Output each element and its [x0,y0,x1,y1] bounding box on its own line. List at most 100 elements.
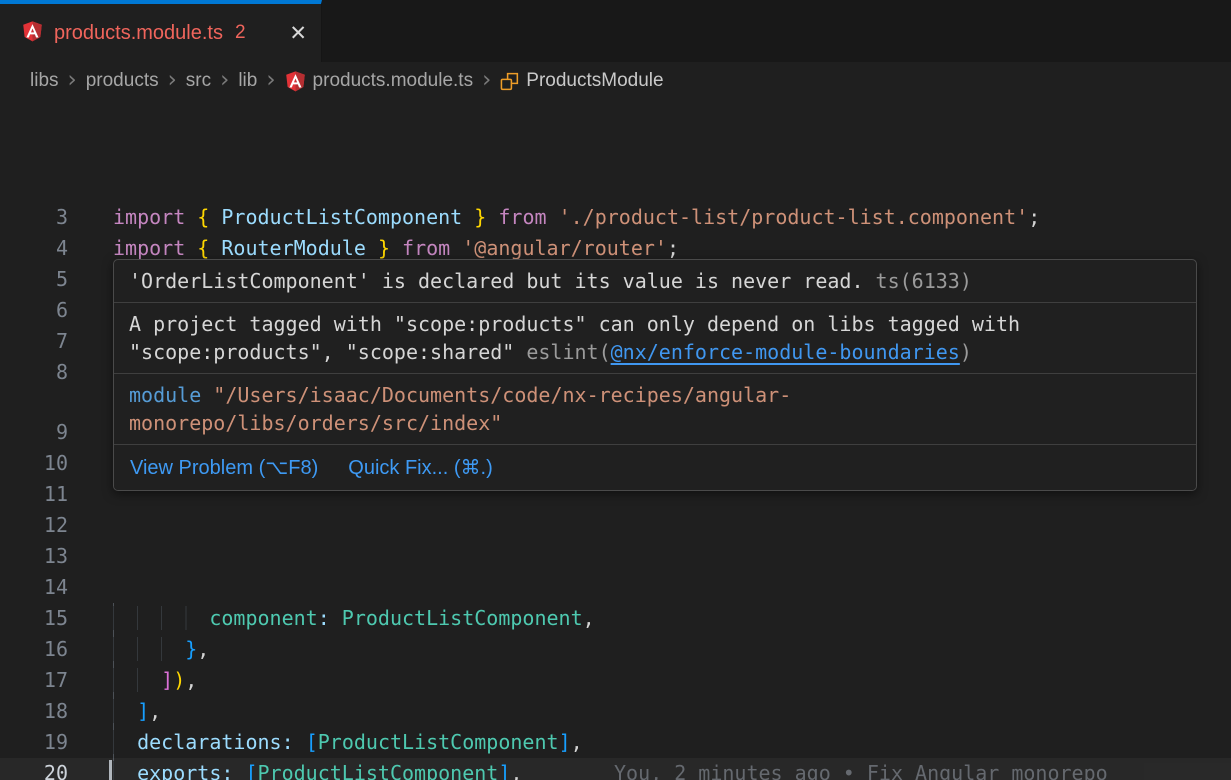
token: ProductListComponent [221,205,462,229]
code-line-3[interactable]: 3import { ProductListComponent } from '.… [0,202,1231,233]
breadcrumb-label: lib [238,70,257,92]
hover-text: 'OrderListComponent' is declared but its… [129,269,864,293]
breadcrumb-item-products[interactable]: products [86,70,159,92]
vscode-window: products.module.ts 2 ✕ libs›products›src… [0,0,1231,780]
code-line-text: component: ProductListComponent, [113,603,595,634]
line-number: 19 [0,727,68,758]
line-number: 7 [0,326,68,357]
breadcrumb-label: ProductsModule [526,70,663,92]
code-line-text: declarations: [ProductListComponent], [113,727,583,758]
line-number: 15 [0,603,68,634]
code-span: ], [113,699,161,723]
token: } [185,637,197,661]
token [113,606,209,630]
token: ] [559,730,571,754]
token: from [498,205,546,229]
code-line-text: }, [113,634,209,665]
code-line-15[interactable]: 15 component: ProductListComponent, [0,603,1231,634]
token: declarations: [137,730,294,754]
token [113,730,137,754]
token: , [197,637,209,661]
hover-eslint-message: A project tagged with "scope:products" c… [114,302,1196,373]
token [113,668,161,692]
code-span: }, [113,637,209,661]
token [450,236,462,260]
line-number: 18 [0,696,68,727]
line-number: 16 [0,634,68,665]
hover-text-row: 'OrderListComponent' is declared but its… [129,267,1181,295]
line-number: 17 [0,665,68,696]
token [185,236,197,260]
breadcrumb-item-productsmodule[interactable]: ProductsModule [500,70,663,92]
token [486,205,498,229]
token: ] [137,699,149,723]
line-number: 8 [0,357,68,388]
code-line-19[interactable]: 19 declarations: [ProductListComponent], [0,727,1231,758]
breadcrumb-label: products.module.ts [313,70,474,92]
editor[interactable]: 3import { ProductListComponent } from '.… [0,100,1231,780]
token: { [197,205,209,229]
line-number: 10 [0,448,68,479]
code-line-13[interactable]: 13 [0,541,1231,572]
token: component [209,606,317,630]
token [366,236,378,260]
token: , [185,668,197,692]
breadcrumb-label: src [186,70,211,92]
line-number: 12 [0,510,68,541]
code-line-text: import { ProductListComponent } from './… [113,202,1040,233]
hover-text: monorepo/libs/orders/src/index" [129,411,502,435]
breadcrumb-label: products [86,70,159,92]
token: import [113,205,185,229]
token: from [402,236,450,260]
code-line-text: exports: [ProductListComponent], [113,758,522,780]
token [294,730,306,754]
code-span: ]), [113,668,197,692]
breadcrumb-item-libs[interactable]: libs [30,70,59,92]
hover-text: module [129,383,201,407]
breadcrumb-label: libs [30,70,59,92]
text-cursor [109,760,112,780]
code-line-18[interactable]: 18 ], [0,696,1231,727]
hover-text-row: module "/Users/isaac/Documents/code/nx-r… [129,381,1181,409]
code-span: exports: [ProductListComponent], [113,761,522,780]
token: , [583,606,595,630]
line-number: 11 [0,479,68,510]
class-icon [500,72,519,91]
git-blame-annotation: You, 2 minutes ago • Fix Angular monorep… [614,758,1108,780]
token [390,236,402,260]
token: './product-list/product-list.component' [559,205,1029,229]
breadcrumb-item-products-module-ts[interactable]: products.module.ts [285,70,474,92]
token: ProductListComponent [318,730,559,754]
breadcrumb-separator: › [211,67,238,96]
breadcrumb-item-lib[interactable]: lib [238,70,257,92]
code-span: import { ProductListComponent } from './… [113,205,1040,229]
token: ProductListComponent [258,761,499,780]
line-number: 6 [0,295,68,326]
eslint-rule-link[interactable]: @nx/enforce-module-boundaries [611,340,960,364]
hover-popup: 'OrderListComponent' is declared but its… [113,259,1197,491]
line-number: 13 [0,541,68,572]
code-line-12[interactable]: 12 [0,510,1231,541]
tab-products-module[interactable]: products.module.ts 2 ✕ [0,0,322,62]
breadcrumb-item-src[interactable]: src [186,70,211,92]
code-line-17[interactable]: 17 ]), [0,665,1231,696]
code-line-16[interactable]: 16 }, [0,634,1231,665]
line-number: 5 [0,264,68,295]
quick-fix-action[interactable]: Quick Fix... (⌘.) [348,455,492,480]
tab-close-icon[interactable]: ✕ [289,21,307,45]
angular-icon [22,20,43,47]
view-problem-action[interactable]: View Problem (⌥F8) [130,455,318,480]
line-number: 14 [0,572,68,603]
hover-text-row: A project tagged with "scope:products" c… [129,310,1181,338]
hover-text-row: monorepo/libs/orders/src/index" [129,409,1181,437]
hover-text: ts(6133) [864,269,972,293]
line-number: 9 [0,417,68,448]
token: } [378,236,390,260]
breadcrumb-separator: › [159,67,186,96]
breadcrumb-separator: › [59,67,86,96]
code-line-14[interactable]: 14 [0,572,1231,603]
token: RouterModule [221,236,366,260]
code-line-20[interactable]: 20 exports: [ProductListComponent],You, … [0,758,1231,780]
hover-text: A project tagged with "scope:products" c… [129,312,1020,336]
token: : [318,606,330,630]
